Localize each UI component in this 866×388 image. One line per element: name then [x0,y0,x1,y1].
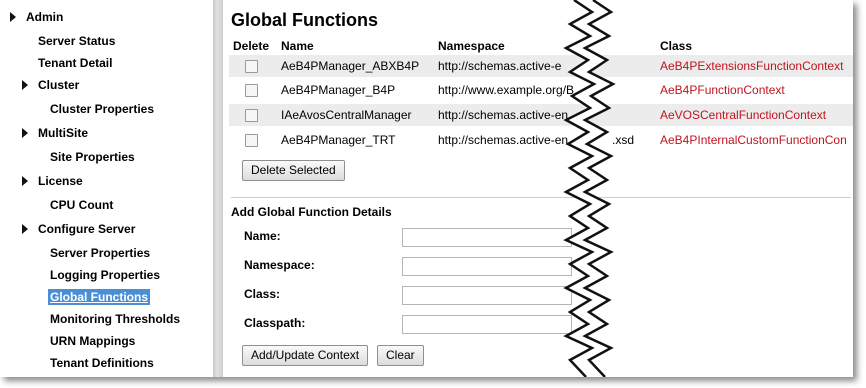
window-frame: Admin Server Status Tenant Detail Cluste… [0,0,853,377]
torn-edge-decoration [563,0,616,377]
